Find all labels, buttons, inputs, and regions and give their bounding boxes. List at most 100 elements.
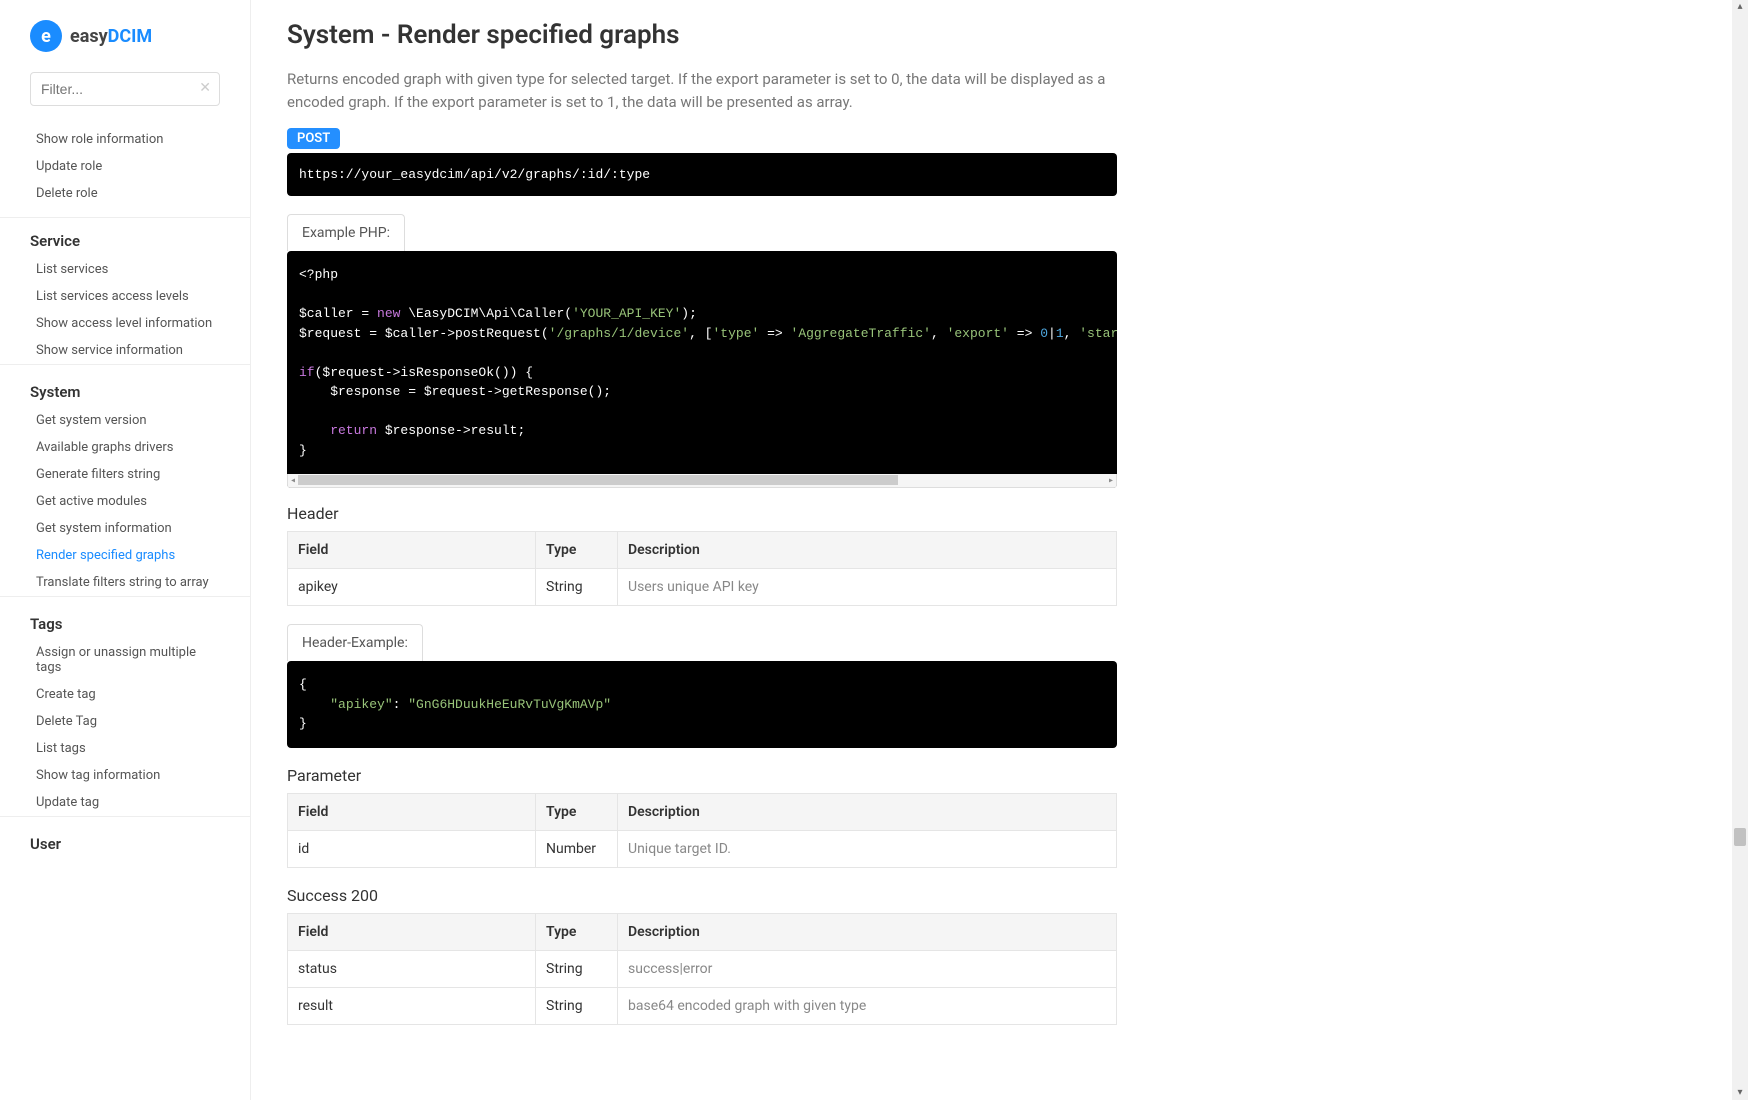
filter-input[interactable] (31, 73, 219, 105)
tab-example-php[interactable]: Example PHP: (287, 214, 405, 251)
code-token: "GnG6HDuukHeEuRvTuVgKmAVp" (408, 697, 611, 712)
method-badge: POST (287, 128, 340, 149)
sidebar-item[interactable]: Delete role (30, 180, 220, 207)
sidebar-item[interactable]: Show tag information (30, 762, 220, 789)
sidebar-item[interactable]: Update role (30, 153, 220, 180)
code-horizontal-scrollbar[interactable]: ◂ ▸ (287, 474, 1117, 488)
td-type: String (536, 987, 618, 1024)
sidebar-item-active[interactable]: Render specified graphs (30, 542, 220, 569)
sidebar-item[interactable]: Get system information (30, 515, 220, 542)
close-icon[interactable]: ✕ (199, 80, 211, 96)
tab-header-example[interactable]: Header-Example: (287, 624, 423, 661)
th-description: Description (618, 913, 1117, 950)
brand-logo: e easyDCIM (0, 20, 250, 72)
code-token: $response = $request->getResponse(); (299, 384, 611, 399)
page-title: System - Render specified graphs (287, 20, 1117, 50)
code-tabs: Example PHP: (287, 214, 1117, 251)
scroll-down-icon[interactable]: ▾ (1732, 1086, 1748, 1100)
nav-group-title: User (0, 821, 250, 859)
td-type: String (536, 569, 618, 606)
code-token: new (377, 306, 400, 321)
sidebar-item[interactable]: Show role information (30, 126, 220, 153)
scrollbar-thumb[interactable] (1734, 828, 1746, 846)
section-title-parameter: Parameter (287, 766, 1117, 785)
scroll-right-icon[interactable]: ▸ (1108, 474, 1114, 488)
scrollbar-thumb[interactable] (298, 475, 898, 485)
sidebar-item[interactable]: Get system version (30, 407, 220, 434)
nav-orphan-group: Show role information Update role Delete… (0, 126, 250, 218)
section-title-success: Success 200 (287, 886, 1117, 905)
parameter-table: Field Type Description id Number Unique … (287, 793, 1117, 868)
th-type: Type (536, 793, 618, 830)
code-token: \EasyDCIM\Api\Caller( (400, 306, 572, 321)
sidebar-item[interactable]: Delete Tag (30, 708, 220, 735)
nav-group: Get system version Available graphs driv… (0, 407, 250, 597)
code-token: => (1009, 326, 1040, 341)
scroll-left-icon[interactable]: ◂ (290, 474, 296, 488)
sidebar-item[interactable]: Assign or unassign multiple tags (30, 639, 220, 681)
filter-input-wrap: ✕ (30, 72, 220, 106)
td-type: String (536, 950, 618, 987)
sidebar-item[interactable]: Get active modules (30, 488, 220, 515)
code-token: , (931, 326, 947, 341)
header-table: Field Type Description apikey String Use… (287, 531, 1117, 606)
td-field: apikey (288, 569, 536, 606)
nav-group: List services List services access level… (0, 256, 250, 365)
code-json-content: { "apikey": "GnG6HDuukHeEuRvTuVgKmAVp" } (287, 661, 1117, 748)
sidebar-item[interactable]: Show service information (30, 337, 220, 364)
td-field: result (288, 987, 536, 1024)
td-desc: success|error (618, 950, 1117, 987)
th-type: Type (536, 532, 618, 569)
table-row: apikey String Users unique API key (288, 569, 1117, 606)
code-token: | (1048, 326, 1056, 341)
main-content[interactable]: System - Render specified graphs Returns… (251, 0, 1732, 1100)
code-block-php: <?php $caller = new \EasyDCIM\Api\Caller… (287, 251, 1117, 488)
sidebar-item[interactable]: Create tag (30, 681, 220, 708)
table-header-row: Field Type Description (288, 793, 1117, 830)
th-description: Description (618, 532, 1117, 569)
nav-group-title: System (0, 369, 250, 407)
td-type: Number (536, 830, 618, 867)
code-token: ); (681, 306, 697, 321)
code-token: return (299, 423, 377, 438)
code-token: 1 (1056, 326, 1064, 341)
table-header-row: Field Type Description (288, 532, 1117, 569)
brand-text-b: DCIM (108, 26, 153, 47)
code-token: 0 (1040, 326, 1048, 341)
sidebar-item[interactable]: Update tag (30, 789, 220, 816)
brand-text: easyDCIM (70, 26, 152, 47)
sidebar: e easyDCIM ✕ Show role information Updat… (0, 0, 251, 1100)
sidebar-item[interactable]: Generate filters string (30, 461, 220, 488)
nav-outer: Show role information Update role Delete… (0, 116, 250, 1100)
nav-group-title: Service (0, 218, 250, 256)
sidebar-item[interactable]: List services (30, 256, 220, 283)
code-token: , [ (689, 326, 712, 341)
code-token: } (299, 443, 307, 458)
page-description: Returns encoded graph with given type fo… (287, 68, 1117, 113)
td-desc: base64 encoded graph with given type (618, 987, 1117, 1024)
code-token: , (1064, 326, 1080, 341)
sidebar-item[interactable]: Available graphs drivers (30, 434, 220, 461)
sidebar-nav[interactable]: Show role information Update role Delete… (0, 116, 250, 879)
brand-icon: e (30, 20, 62, 52)
filter-wrap: ✕ (0, 72, 250, 116)
sidebar-item[interactable]: List services access levels (30, 283, 220, 310)
scrollbar-track[interactable] (1732, 14, 1748, 1086)
nav-group-title: Tags (0, 601, 250, 639)
app-shell: e easyDCIM ✕ Show role information Updat… (0, 0, 1748, 1100)
brand-text-a: easy (70, 26, 108, 47)
scroll-up-icon[interactable]: ▴ (1732, 0, 1748, 14)
th-field: Field (288, 532, 536, 569)
sidebar-item[interactable]: Translate filters string to array (30, 569, 220, 596)
table-row: id Number Unique target ID. (288, 830, 1117, 867)
td-field: status (288, 950, 536, 987)
sidebar-item[interactable]: List tags (30, 735, 220, 762)
page-scrollbar[interactable]: ▴ ▾ (1732, 0, 1748, 1100)
sidebar-item[interactable]: Show access level information (30, 310, 220, 337)
section-title-header: Header (287, 504, 1117, 523)
code-token: 'AggregateTraffic' (791, 326, 931, 341)
code-token: $request = $caller->postRequest( (299, 326, 549, 341)
td-desc: Users unique API key (618, 569, 1117, 606)
code-token: 'export' (947, 326, 1009, 341)
code-token: => (759, 326, 790, 341)
